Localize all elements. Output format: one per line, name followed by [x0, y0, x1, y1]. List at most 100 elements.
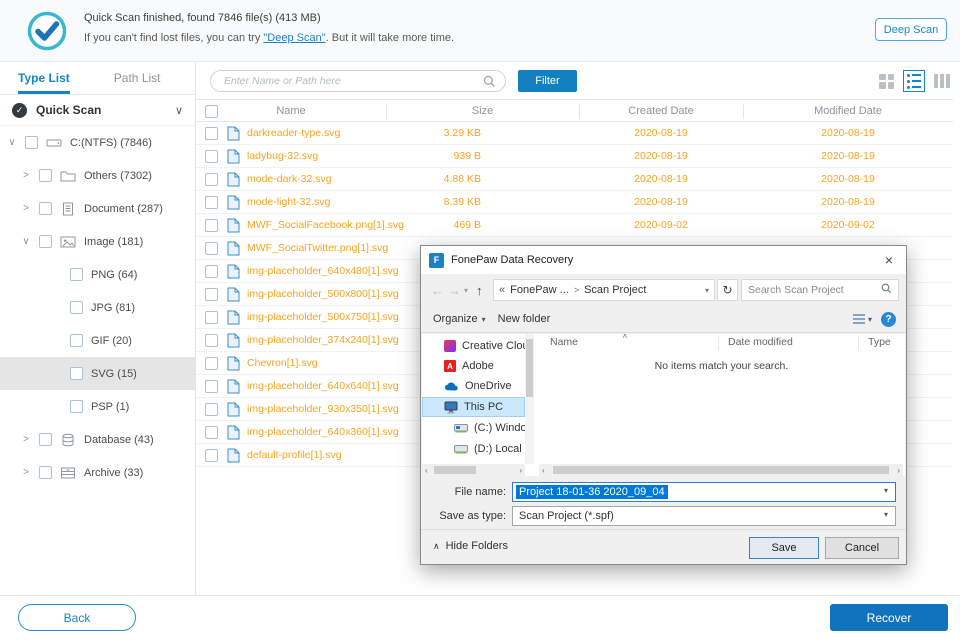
checkbox[interactable]	[205, 334, 218, 347]
list-view-icon[interactable]	[903, 70, 925, 92]
up-icon[interactable]: ↑	[476, 283, 483, 298]
checkbox[interactable]	[70, 268, 83, 281]
dialog-column-name[interactable]: Name	[550, 336, 578, 348]
help-icon[interactable]: ?	[881, 312, 896, 327]
chevron-right-icon[interactable]: >	[20, 434, 32, 445]
deep-scan-link[interactable]: "Deep Scan"	[263, 32, 325, 44]
chevron-right-icon[interactable]: >	[20, 467, 32, 478]
sort-ascending-icon[interactable]: ∧	[622, 334, 628, 340]
hide-folders-button[interactable]: ∧ Hide Folders	[433, 540, 508, 552]
scroll-left-icon[interactable]: ‹	[542, 466, 545, 475]
detail-view-icon[interactable]	[934, 74, 950, 88]
checkbox[interactable]	[205, 265, 218, 278]
chevron-down-icon[interactable]: ∨	[6, 137, 18, 148]
checkbox[interactable]	[39, 202, 52, 215]
nav-item-this-pc[interactable]: This PC	[422, 397, 525, 417]
file-row[interactable]: darkreader-type.svg3.29 KB2020-08-192020…	[196, 122, 953, 145]
organize-menu[interactable]: Organize▾	[433, 313, 486, 325]
column-header-modified[interactable]: Modified Date	[743, 100, 953, 122]
scrollbar-thumb[interactable]	[434, 466, 476, 474]
tree-item-database[interactable]: > Database (43)	[0, 423, 195, 456]
checkbox[interactable]	[205, 380, 218, 393]
file-row[interactable]: MWF_SocialFacebook.png[1].svg469 B2020-0…	[196, 214, 953, 237]
chevron-down-icon[interactable]: ∨	[175, 104, 183, 117]
checkbox[interactable]	[39, 235, 52, 248]
checkbox[interactable]	[205, 173, 218, 186]
tree-item-c-drive[interactable]: ∨ C:(NTFS) (7846)	[0, 126, 195, 159]
nav-item-adobe[interactable]: AAdobe	[422, 356, 525, 376]
checkbox[interactable]	[39, 433, 52, 446]
history-dropdown-icon[interactable]: ▾	[464, 286, 468, 295]
file-area-horizontal-scrollbar[interactable]: ‹ ›	[539, 464, 903, 476]
file-row[interactable]: mode-light-32.svg8.39 KB2020-08-192020-0…	[196, 191, 953, 214]
scroll-right-icon[interactable]: ›	[519, 466, 522, 475]
save-as-type-select[interactable]: Scan Project (*.spf) ▾	[512, 506, 896, 526]
quick-scan-header[interactable]: ✓ Quick Scan ∨	[0, 95, 195, 126]
chevron-right-icon[interactable]: >	[20, 170, 32, 181]
breadcrumb-overflow-icon[interactable]: «	[499, 284, 505, 296]
tree-item-others[interactable]: > Others (7302)	[0, 159, 195, 192]
deep-scan-button[interactable]: Deep Scan	[875, 18, 947, 41]
nav-pane-horizontal-scrollbar[interactable]: ‹ ›	[422, 464, 525, 476]
checkbox[interactable]	[205, 449, 218, 462]
tree-item-image[interactable]: ∨ Image (181)	[0, 225, 195, 258]
grid-view-icon[interactable]	[879, 74, 894, 89]
tab-path-list[interactable]: Path List	[114, 62, 161, 94]
chevron-right-icon[interactable]: >	[20, 203, 32, 214]
checkbox[interactable]	[205, 403, 218, 416]
checkbox[interactable]	[70, 400, 83, 413]
checkbox[interactable]	[205, 288, 218, 301]
dialog-titlebar[interactable]: F FonePaw Data Recovery ×	[421, 246, 906, 274]
tree-item-document[interactable]: > Document (287)	[0, 192, 195, 225]
dialog-column-date-modified[interactable]: Date modified	[728, 336, 793, 348]
checkbox[interactable]	[205, 196, 218, 209]
tab-type-list[interactable]: Type List	[18, 62, 70, 94]
nav-item-c-drive[interactable]: (C:) Windows 10	[422, 418, 525, 438]
cancel-button[interactable]: Cancel	[825, 537, 899, 559]
checkbox[interactable]	[205, 219, 218, 232]
chevron-down-icon[interactable]: ∨	[20, 236, 32, 247]
filter-button[interactable]: Filter	[518, 70, 577, 92]
back-icon[interactable]: ←	[431, 283, 444, 298]
tree-item-svg[interactable]: SVG (15)	[0, 357, 195, 390]
recover-button[interactable]: Recover	[830, 604, 948, 631]
search-icon[interactable]	[483, 75, 496, 93]
nav-pane-vertical-scrollbar[interactable]	[525, 334, 534, 464]
checkbox[interactable]	[205, 150, 218, 163]
scroll-left-icon[interactable]: ‹	[425, 466, 428, 475]
checkbox[interactable]	[70, 334, 83, 347]
address-bar[interactable]: « FonePaw ... > Scan Project ▾	[493, 279, 715, 301]
nav-item-d-drive[interactable]: (D:) Local Disk	[422, 439, 525, 459]
dialog-search-box[interactable]: Search Scan Project	[741, 279, 899, 301]
tree-item-jpg[interactable]: JPG (81)	[0, 291, 195, 324]
tree-item-png[interactable]: PNG (64)	[0, 258, 195, 291]
nav-item-onedrive[interactable]: OneDrive	[422, 376, 525, 396]
column-header-name[interactable]: Name	[196, 100, 386, 122]
breadcrumb-parent[interactable]: FonePaw ...	[510, 284, 569, 296]
tree-item-archive[interactable]: > Archive (33)	[0, 456, 195, 489]
column-header-size[interactable]: Size	[386, 100, 579, 122]
close-icon[interactable]: ×	[872, 246, 906, 274]
checkbox[interactable]	[205, 242, 218, 255]
file-name-input[interactable]: Project 18-01-36 2020_09_04 ▾	[512, 482, 896, 502]
checkbox[interactable]	[205, 311, 218, 324]
checkbox[interactable]	[70, 367, 83, 380]
scroll-right-icon[interactable]: ›	[897, 466, 900, 475]
checkbox[interactable]	[39, 466, 52, 479]
tree-item-psp[interactable]: PSP (1)	[0, 390, 195, 423]
refresh-button[interactable]: ↻	[717, 279, 738, 301]
chevron-down-icon[interactable]: ▾	[879, 486, 893, 495]
search-input[interactable]	[224, 72, 476, 90]
scrollbar-thumb[interactable]	[526, 339, 533, 397]
change-view-button[interactable]: ▾	[853, 314, 872, 324]
file-row[interactable]: ladybug-32.svg939 B2020-08-192020-08-19	[196, 145, 953, 168]
file-row[interactable]: mode-dark-32.svg4.88 KB2020-08-192020-08…	[196, 168, 953, 191]
dialog-column-type[interactable]: Type	[868, 336, 891, 348]
back-button[interactable]: Back	[18, 604, 136, 631]
checkbox[interactable]	[70, 301, 83, 314]
new-folder-button[interactable]: New folder	[498, 313, 551, 325]
checkbox[interactable]	[205, 426, 218, 439]
checkbox[interactable]	[205, 127, 218, 140]
forward-icon[interactable]: →	[448, 283, 461, 298]
save-button[interactable]: Save	[749, 537, 819, 559]
